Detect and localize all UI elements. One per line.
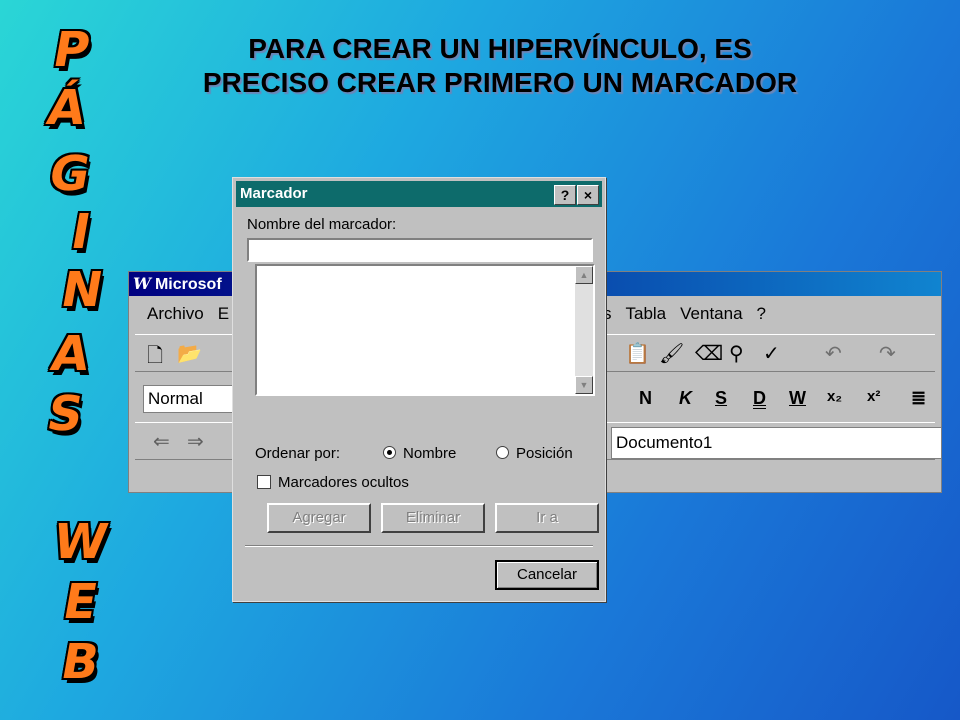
double-underline-button[interactable]: D bbox=[753, 388, 766, 409]
menu-ventana[interactable]: Ventana bbox=[680, 304, 742, 323]
word-logo-icon: W bbox=[133, 274, 151, 293]
spelling-icon[interactable]: ✓ bbox=[763, 341, 780, 366]
format-painter-icon[interactable]: 🖌 bbox=[659, 341, 684, 366]
new-document-icon[interactable]: 🗋 bbox=[147, 341, 163, 375]
letter-b: B bbox=[57, 634, 104, 690]
style-select[interactable]: Normal bbox=[143, 385, 245, 413]
add-button[interactable]: Agregar bbox=[267, 503, 371, 533]
letter-p: P bbox=[49, 22, 95, 78]
letter-w: W bbox=[49, 514, 112, 570]
letter-a: A bbox=[47, 326, 95, 382]
menu-tabla[interactable]: Tabla bbox=[626, 304, 667, 323]
bookmark-list[interactable]: ▲ ▼ bbox=[255, 264, 595, 396]
word-menu-left: Archivo E bbox=[147, 304, 243, 324]
redo-icon[interactable]: ↷ bbox=[879, 341, 896, 366]
list-scrollbar[interactable]: ▲ ▼ bbox=[575, 266, 593, 394]
cancel-button[interactable]: Cancelar bbox=[495, 560, 599, 590]
hidden-bookmarks-checkbox[interactable] bbox=[257, 475, 271, 489]
word-underline-button[interactable]: W bbox=[789, 388, 806, 409]
sort-nombre-label[interactable]: Nombre bbox=[403, 445, 456, 462]
letter-n: N bbox=[57, 262, 108, 318]
sort-posicion-radio[interactable] bbox=[496, 446, 509, 459]
superscript-icon[interactable]: x² bbox=[867, 388, 880, 405]
slide-title: PARA CREAR UN HIPERVÍNCULO, ES PRECISO C… bbox=[202, 33, 798, 98]
back-arrow-icon[interactable]: ⇐ bbox=[153, 429, 170, 454]
bookmark-name-input[interactable] bbox=[247, 238, 593, 262]
letter-a-accent: Á bbox=[43, 80, 91, 136]
dialog-separator bbox=[245, 545, 593, 547]
goto-button[interactable]: Ir a bbox=[495, 503, 599, 533]
eraser-icon[interactable]: ⌫ bbox=[695, 341, 723, 366]
close-button[interactable]: × bbox=[577, 185, 599, 205]
address-field[interactable]: Documento1 bbox=[611, 427, 941, 459]
dialog-titlebar: Marcador ? × bbox=[236, 181, 602, 207]
bookmark-dialog: Marcador ? × Nombre del marcador: ▲ ▼ Or… bbox=[232, 177, 606, 602]
paste-icon[interactable]: 📋 bbox=[625, 341, 650, 366]
subscript-icon[interactable]: x₂ bbox=[827, 388, 842, 405]
sort-nombre-radio[interactable] bbox=[383, 446, 396, 459]
letter-s: S bbox=[43, 386, 88, 442]
menu-archivo[interactable]: Archivo bbox=[147, 304, 204, 323]
letter-e: E bbox=[59, 574, 102, 630]
word-menu-right: s Tabla Ventana? bbox=[603, 304, 780, 324]
forward-arrow-icon[interactable]: ⇒ bbox=[187, 429, 204, 454]
hidden-bookmarks-label[interactable]: Marcadores ocultos bbox=[278, 474, 409, 491]
word-title: Microsof bbox=[154, 276, 222, 293]
menu-edicion[interactable]: E bbox=[218, 304, 229, 323]
dialog-title: Marcador bbox=[240, 185, 308, 202]
scroll-up-icon[interactable]: ▲ bbox=[575, 266, 593, 284]
bold-button[interactable]: N bbox=[639, 388, 652, 409]
binoculars-icon[interactable]: ⚲ bbox=[729, 341, 744, 366]
italic-button[interactable]: K bbox=[679, 388, 692, 409]
menu-help[interactable]: ? bbox=[757, 304, 766, 323]
underline-button[interactable]: S bbox=[715, 388, 727, 409]
delete-button[interactable]: Eliminar bbox=[381, 503, 485, 533]
align-left-icon[interactable]: ≣ bbox=[911, 388, 926, 409]
sort-posicion-label[interactable]: Posición bbox=[516, 445, 573, 462]
letter-i: I bbox=[67, 204, 95, 260]
open-folder-icon[interactable]: 📂 bbox=[177, 341, 202, 366]
sort-label: Ordenar por: bbox=[255, 445, 341, 462]
undo-icon[interactable]: ↶ bbox=[825, 341, 842, 366]
name-label: Nombre del marcador: bbox=[247, 216, 397, 233]
letter-g: G bbox=[45, 146, 95, 202]
scroll-down-icon[interactable]: ▼ bbox=[575, 376, 593, 394]
help-button[interactable]: ? bbox=[554, 185, 576, 205]
